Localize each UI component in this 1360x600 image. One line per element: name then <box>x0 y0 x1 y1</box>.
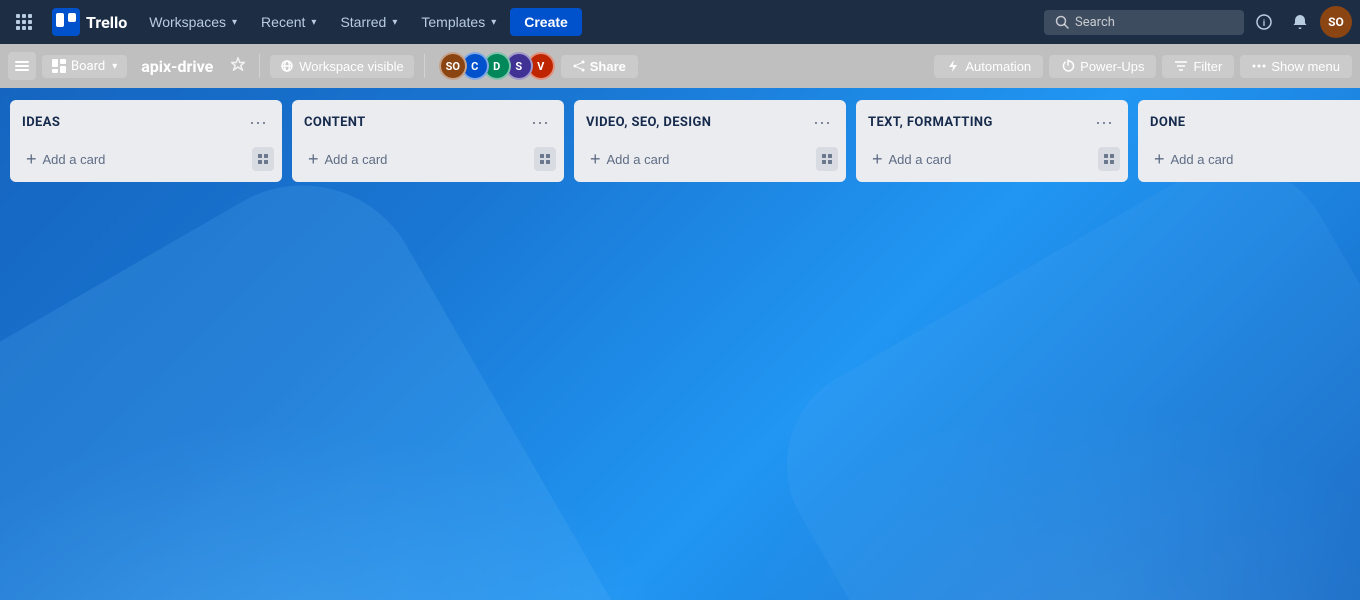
search-bar[interactable]: Search <box>1044 10 1244 35</box>
list-title: IDEAS <box>22 115 60 130</box>
list-title: CONTENT <box>304 115 366 130</box>
star-icon <box>231 57 245 71</box>
list-menu-button[interactable]: ··· <box>528 110 552 134</box>
list-ideas: IDEAS ··· + Add a card <box>10 100 282 182</box>
board-type-button[interactable]: Board ▾ <box>42 55 127 78</box>
user-avatar[interactable]: SO <box>1320 6 1352 38</box>
list-title: TEXT, FORMATTING <box>868 115 993 130</box>
board-nav: Board ▾ apix-drive Workspace visible <box>0 44 1360 88</box>
info-icon: i <box>1256 14 1272 30</box>
share-button[interactable]: Share <box>561 55 638 78</box>
bell-icon <box>1292 14 1308 30</box>
add-card-button[interactable]: + Add a card <box>18 144 252 174</box>
sidebar-icon <box>15 59 29 73</box>
board-background: IDEAS ··· + Add a card <box>0 88 1360 600</box>
starred-button[interactable]: Starred ▾ <box>330 8 407 36</box>
chevron-down-icon: ▾ <box>392 17 397 28</box>
member-avatars: SO C D S V <box>439 52 555 80</box>
add-card-label: Add a card <box>325 152 388 167</box>
grid-icon-button[interactable] <box>8 6 40 38</box>
power-icon <box>1061 59 1075 73</box>
recent-button[interactable]: Recent ▾ <box>251 8 326 36</box>
info-icon-button[interactable]: i <box>1248 6 1280 38</box>
divider <box>259 54 260 78</box>
template-icon <box>539 153 551 165</box>
list-done: DONE ··· + Add a card <box>1138 100 1360 182</box>
list-header: CONTENT ··· <box>300 108 556 136</box>
chevron-down-icon: ▾ <box>491 17 496 28</box>
add-card-create-button[interactable] <box>816 147 838 171</box>
lightning-icon <box>946 59 960 73</box>
add-card-row: + Add a card <box>864 144 1120 174</box>
list-title: DONE <box>1150 115 1185 130</box>
list-menu-button[interactable]: ··· <box>810 110 834 134</box>
chevron-down-icon: ▾ <box>232 17 237 28</box>
list-header: TEXT, FORMATTING ··· <box>864 108 1120 136</box>
star-button[interactable] <box>227 53 249 80</box>
menu-icon <box>1252 59 1266 73</box>
add-card-button[interactable]: + Add a card <box>1146 144 1360 174</box>
workspace-visible-button[interactable]: Workspace visible <box>270 55 414 78</box>
board-nav-right: Automation Power-Ups Filter <box>934 55 1352 78</box>
template-icon <box>257 153 269 165</box>
list-text-formatting: TEXT, FORMATTING ··· + Add a card <box>856 100 1128 182</box>
chevron-down-icon: ▾ <box>112 61 117 72</box>
divider-2 <box>424 54 425 78</box>
filter-icon <box>1174 59 1188 73</box>
trello-logo[interactable]: Trello <box>44 8 135 36</box>
list-menu-button[interactable]: ··· <box>1092 110 1116 134</box>
add-card-row: + Add a card <box>300 144 556 174</box>
sidebar-toggle-button[interactable] <box>8 52 36 80</box>
add-card-row: + Add a card <box>18 144 274 174</box>
template-icon <box>1103 153 1115 165</box>
template-icon <box>821 153 833 165</box>
search-icon <box>1055 15 1069 29</box>
add-card-label: Add a card <box>889 152 952 167</box>
share-icon <box>573 60 585 72</box>
add-card-label: Add a card <box>43 152 106 167</box>
board-nav-left: Board ▾ apix-drive Workspace visible <box>8 52 638 80</box>
plus-icon: + <box>590 150 601 168</box>
board-title[interactable]: apix-drive <box>133 53 221 80</box>
list-header: VIDEO, SEO, DESIGN ··· <box>582 108 838 136</box>
list-header: DONE ··· <box>1146 108 1360 136</box>
automation-button[interactable]: Automation <box>934 55 1043 78</box>
plus-icon: + <box>872 150 883 168</box>
workspace-icon <box>280 59 294 73</box>
add-card-button[interactable]: + Add a card <box>582 144 816 174</box>
power-ups-button[interactable]: Power-Ups <box>1049 55 1156 78</box>
plus-icon: + <box>26 150 37 168</box>
list-header: IDEAS ··· <box>18 108 274 136</box>
plus-icon: + <box>308 150 319 168</box>
filter-button[interactable]: Filter <box>1162 55 1234 78</box>
add-card-label: Add a card <box>1171 152 1234 167</box>
list-video-seo-design: VIDEO, SEO, DESIGN ··· + Add a card <box>574 100 846 182</box>
board-icon <box>52 59 66 73</box>
chevron-down-icon: ▾ <box>311 17 316 28</box>
add-card-create-button[interactable] <box>534 147 556 171</box>
list-title: VIDEO, SEO, DESIGN <box>586 115 711 130</box>
member-avatar-so[interactable]: SO <box>439 52 467 80</box>
list-content: CONTENT ··· + Add a card <box>292 100 564 182</box>
top-nav: Trello Workspaces ▾ Recent ▾ Starred ▾ T… <box>0 0 1360 44</box>
create-button[interactable]: Create <box>510 8 582 36</box>
plus-icon: + <box>1154 150 1165 168</box>
add-card-button[interactable]: + Add a card <box>300 144 534 174</box>
add-card-row: + Add a card <box>1146 144 1360 174</box>
notification-icon-button[interactable] <box>1284 6 1316 38</box>
show-menu-button[interactable]: Show menu <box>1240 55 1352 78</box>
add-card-create-button[interactable] <box>1098 147 1120 171</box>
lists-area: IDEAS ··· + Add a card <box>0 88 1360 194</box>
add-card-label: Add a card <box>607 152 670 167</box>
workspaces-button[interactable]: Workspaces ▾ <box>139 8 247 36</box>
list-menu-button[interactable]: ··· <box>246 110 270 134</box>
svg-text:i: i <box>1263 18 1266 28</box>
add-card-button[interactable]: + Add a card <box>864 144 1098 174</box>
templates-button[interactable]: Templates ▾ <box>411 8 506 36</box>
add-card-create-button[interactable] <box>252 147 274 171</box>
add-card-row: + Add a card <box>582 144 838 174</box>
